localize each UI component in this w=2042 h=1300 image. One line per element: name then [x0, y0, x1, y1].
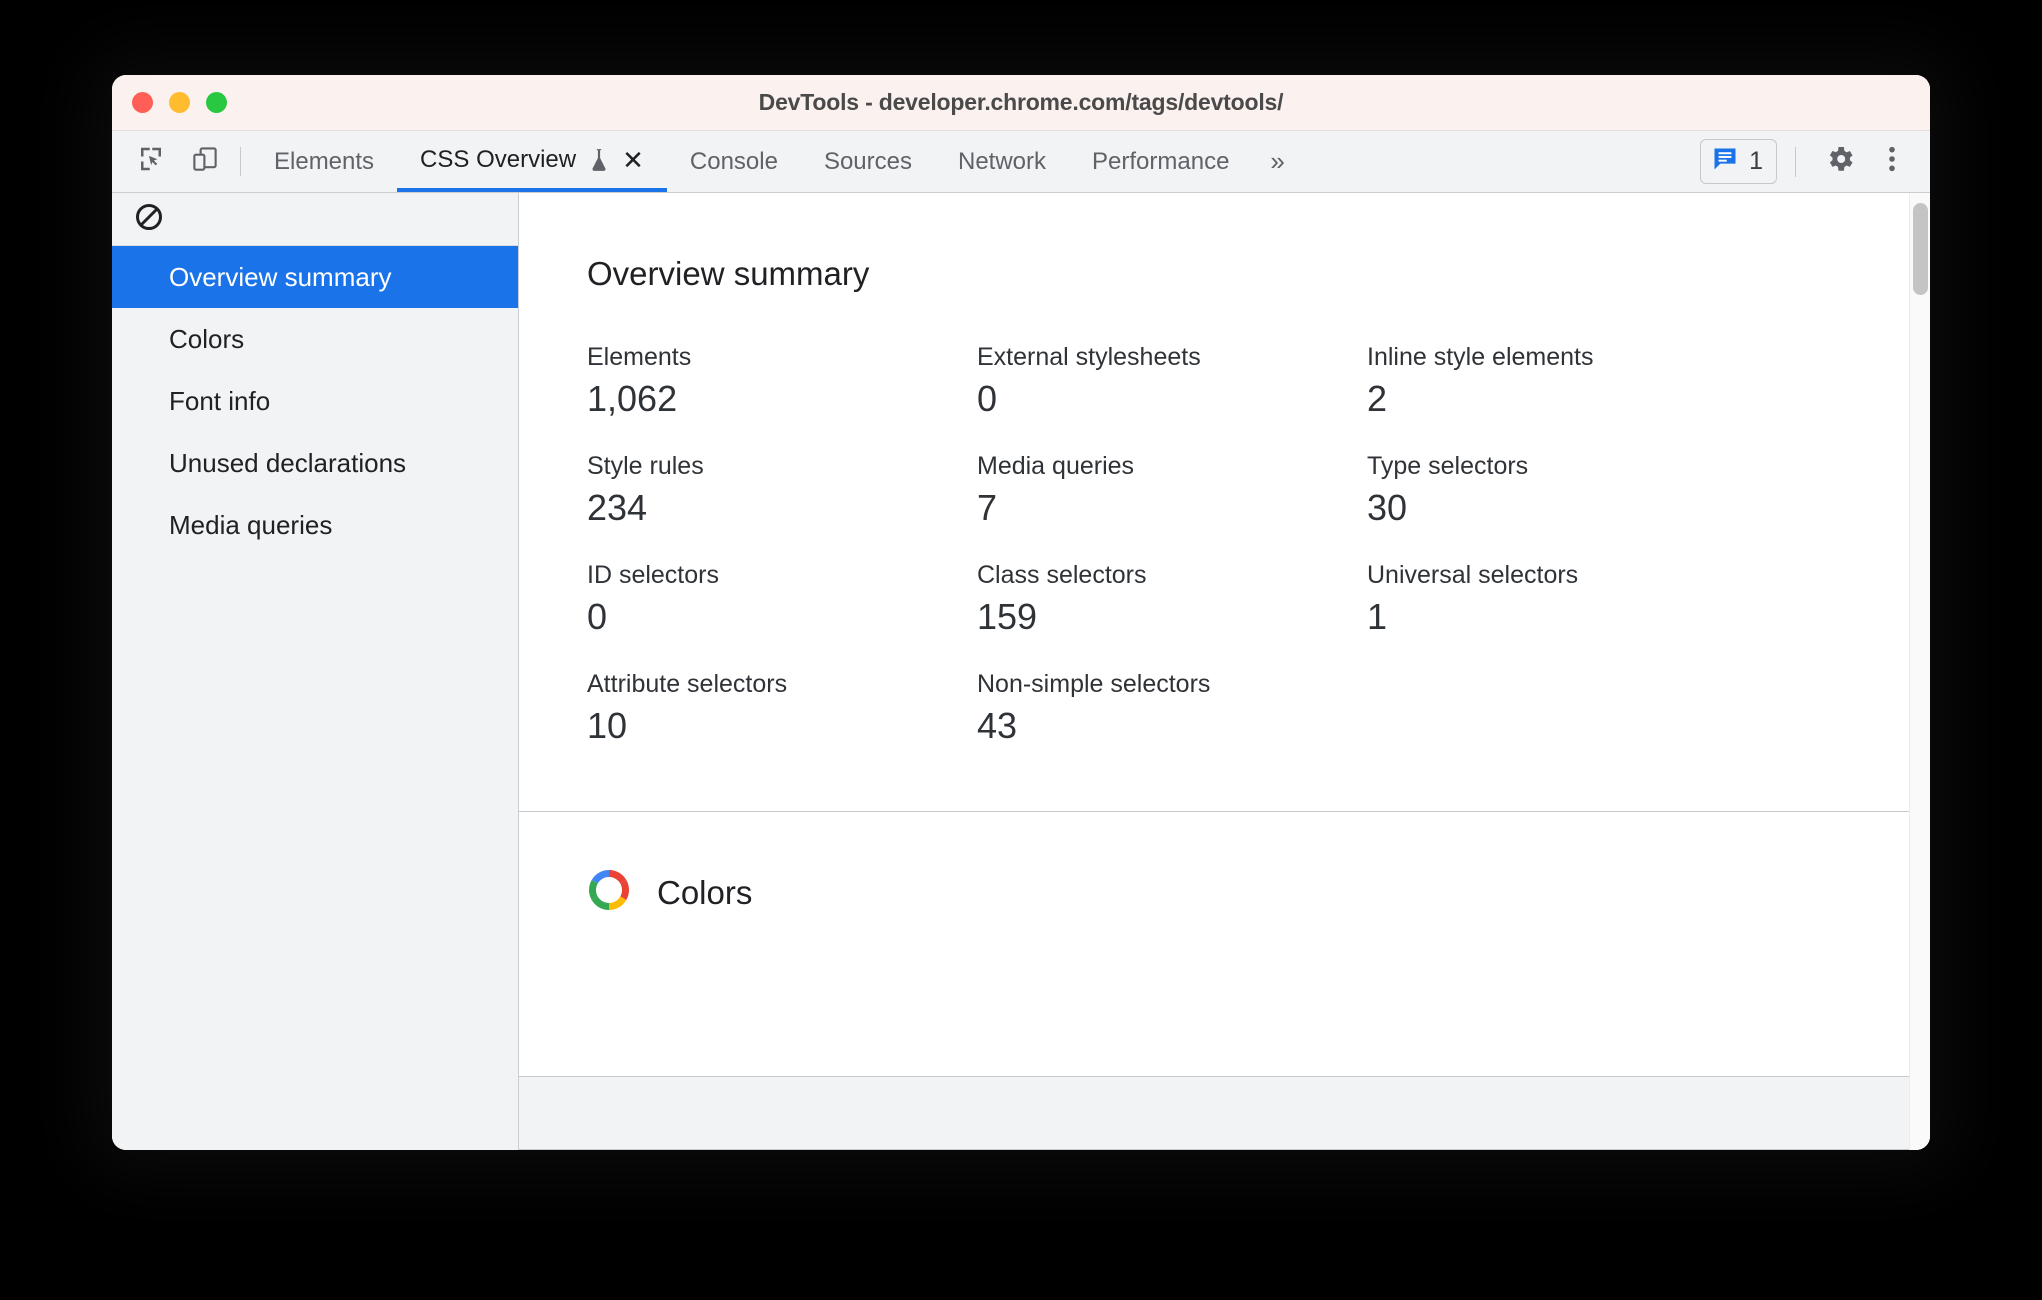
stat-id-selectors: ID selectors 0: [587, 561, 977, 638]
sidebar-item-list: Overview summary Colors Font info Unused…: [112, 246, 518, 556]
stat-label: Non-simple selectors: [977, 670, 1211, 698]
page-title: Overview summary: [587, 255, 870, 292]
sidebar-item-overview-summary[interactable]: Overview summary: [112, 246, 518, 308]
sidebar-item-label: Media queries: [169, 509, 333, 540]
device-toolbar-icon: [190, 144, 220, 179]
sidebar-item-label: Overview summary: [169, 261, 392, 292]
stat-non-simple-selectors: Non-simple selectors 43: [977, 670, 1367, 747]
toolbar-right-group: 1: [1700, 131, 1930, 192]
stat-label: Universal selectors: [1367, 561, 1579, 589]
stat-value: 1,062: [587, 378, 678, 419]
stat-universal-selectors: Universal selectors 1: [1367, 561, 1757, 638]
stat-label: Type selectors: [1367, 452, 1529, 480]
css-overview-content: Overview summary Elements 1,062 External…: [519, 193, 1930, 1150]
stat-label: Attribute selectors: [587, 670, 788, 698]
summary-stats-grid: Elements 1,062 External stylesheets 0 In…: [587, 343, 1930, 747]
stat-value: 43: [977, 705, 1018, 746]
stat-value: 0: [977, 378, 998, 419]
sidebar-item-colors[interactable]: Colors: [112, 308, 518, 370]
tab-sources[interactable]: Sources: [801, 131, 935, 192]
more-tabs-button[interactable]: »: [1252, 131, 1302, 192]
stat-inline-style-elements: Inline style elements 2: [1367, 343, 1757, 420]
tab-label: Performance: [1092, 147, 1230, 175]
tab-performance[interactable]: Performance: [1069, 131, 1252, 192]
sidebar-item-media-queries[interactable]: Media queries: [112, 494, 518, 556]
content-scroll-area[interactable]: Overview summary Elements 1,062 External…: [519, 193, 1930, 1076]
stat-label: Inline style elements: [1367, 343, 1594, 371]
sidebar-item-unused-declarations[interactable]: Unused declarations: [112, 432, 518, 494]
stat-value: 234: [587, 487, 648, 528]
content-scrollbar[interactable]: [1909, 193, 1930, 1150]
stat-value: 2: [1367, 378, 1388, 419]
tab-console[interactable]: Console: [667, 131, 801, 192]
stat-label: Class selectors: [977, 561, 1147, 589]
stat-style-rules: Style rules 234: [587, 452, 977, 529]
tab-label: Sources: [823, 147, 912, 175]
stat-external-stylesheets: External stylesheets 0: [977, 343, 1367, 420]
toolbar-divider: [240, 147, 241, 176]
stat-label: Style rules: [587, 452, 704, 480]
sidebar-item-label: Colors: [169, 323, 245, 354]
stat-value: 0: [587, 596, 608, 637]
tab-label: CSS Overview: [420, 145, 577, 173]
chevron-double-right-icon: »: [1270, 146, 1285, 176]
color-wheel-icon: [587, 868, 631, 917]
devtools-window: DevTools - developer.chrome.com/tags/dev…: [112, 75, 1930, 1150]
tab-css-overview[interactable]: CSS Overview ✕: [397, 131, 667, 192]
tab-label: Console: [689, 147, 778, 175]
sidebar-item-font-info[interactable]: Font info: [112, 370, 518, 432]
stat-value: 159: [977, 596, 1038, 637]
tab-label: Network: [958, 147, 1047, 175]
inspect-element-button[interactable]: [124, 131, 178, 192]
stat-media-queries: Media queries 7: [977, 452, 1367, 529]
gear-icon: [1824, 143, 1856, 180]
stat-value: 30: [1367, 487, 1408, 528]
sidebar-toolbar: [112, 193, 518, 246]
stat-elements: Elements 1,062: [587, 343, 977, 420]
devtools-toolbar: Elements CSS Overview ✕ Console Sources …: [112, 131, 1930, 193]
experimental-flask-icon: [588, 147, 610, 173]
close-tab-icon[interactable]: ✕: [622, 147, 644, 173]
colors-section-title: Colors: [657, 873, 753, 911]
scrollbar-thumb[interactable]: [1913, 203, 1928, 295]
tab-network[interactable]: Network: [935, 131, 1069, 192]
inspect-element-icon: [136, 144, 166, 179]
stat-label: Media queries: [977, 452, 1135, 480]
stat-value: 7: [977, 487, 998, 528]
window-titlebar: DevTools - developer.chrome.com/tags/dev…: [112, 75, 1930, 131]
css-overview-panel: Overview summary Colors Font info Unused…: [112, 193, 1930, 1150]
bottom-strip: [519, 1076, 1930, 1150]
panel-tabs: Elements CSS Overview ✕ Console Sources …: [251, 131, 1700, 192]
toolbar-divider-right: [1795, 146, 1796, 177]
console-messages-button[interactable]: 1: [1700, 139, 1777, 184]
stat-attribute-selectors: Attribute selectors 10: [587, 670, 977, 747]
more-vertical-icon: [1880, 143, 1904, 180]
settings-button[interactable]: [1814, 139, 1866, 184]
stat-type-selectors: Type selectors 30: [1367, 452, 1757, 529]
tab-elements[interactable]: Elements: [251, 131, 397, 192]
overview-summary-section: Overview summary Elements 1,062 External…: [519, 193, 1930, 747]
stat-empty-slot: [1367, 670, 1757, 747]
message-count: 1: [1749, 147, 1763, 175]
stat-label: External stylesheets: [977, 343, 1201, 371]
tab-label: Elements: [274, 147, 375, 175]
css-overview-sidebar: Overview summary Colors Font info Unused…: [112, 193, 519, 1150]
sidebar-item-label: Unused declarations: [169, 447, 407, 478]
console-message-icon: [1711, 145, 1739, 178]
main-menu-button[interactable]: [1870, 139, 1914, 184]
stat-value: 10: [587, 705, 628, 746]
colors-section[interactable]: Colors: [519, 812, 1930, 917]
stat-value: 1: [1367, 596, 1388, 637]
stat-label: Elements: [587, 343, 692, 371]
clear-overview-icon[interactable]: [134, 202, 164, 237]
sidebar-item-label: Font info: [169, 385, 271, 416]
device-toolbar-button[interactable]: [178, 131, 232, 192]
window-title: DevTools - developer.chrome.com/tags/dev…: [758, 89, 1284, 115]
stat-label: ID selectors: [587, 561, 719, 589]
stat-class-selectors: Class selectors 159: [977, 561, 1367, 638]
